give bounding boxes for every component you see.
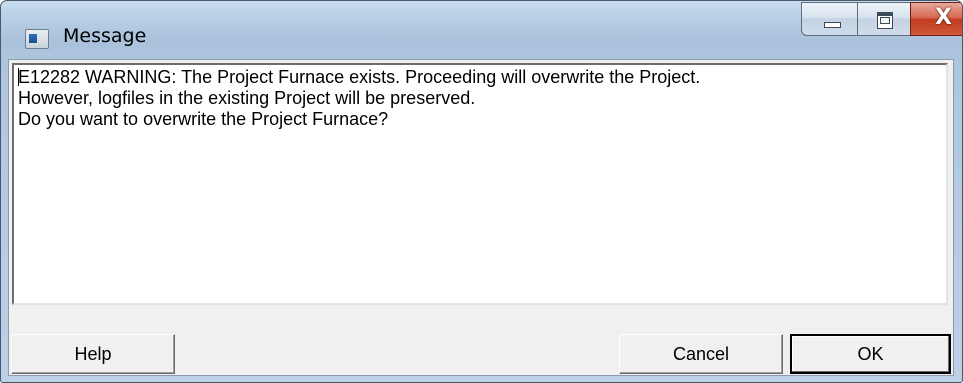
close-button[interactable]: X [910, 2, 962, 36]
close-icon: X [935, 5, 952, 30]
ok-button[interactable]: OK [790, 334, 951, 374]
maximize-icon [877, 12, 893, 29]
window-title: Message [63, 25, 147, 47]
message-line-1-text: E12282 WARNING: The Project Furnace exis… [18, 67, 701, 87]
help-button[interactable]: Help [11, 334, 175, 374]
dialog-client-area: E12282 WARNING: The Project Furnace exis… [8, 59, 954, 376]
message-text-area[interactable]: E12282 WARNING: The Project Furnace exis… [12, 63, 948, 305]
message-line-1: E12282 WARNING: The Project Furnace exis… [18, 67, 946, 88]
message-line-2: However, logfiles in the existing Projec… [18, 88, 476, 108]
message-line-3: Do you want to overwrite the Project Fur… [18, 109, 389, 129]
message-dialog-window: Message X E12282 WARNING: The Project Fu… [0, 0, 963, 383]
cancel-button[interactable]: Cancel [619, 334, 783, 374]
minimize-button[interactable] [801, 2, 858, 36]
application-icon [25, 29, 49, 49]
minimize-icon [824, 22, 841, 28]
maximize-button[interactable] [857, 2, 911, 36]
title-bar[interactable]: Message X [1, 1, 962, 59]
